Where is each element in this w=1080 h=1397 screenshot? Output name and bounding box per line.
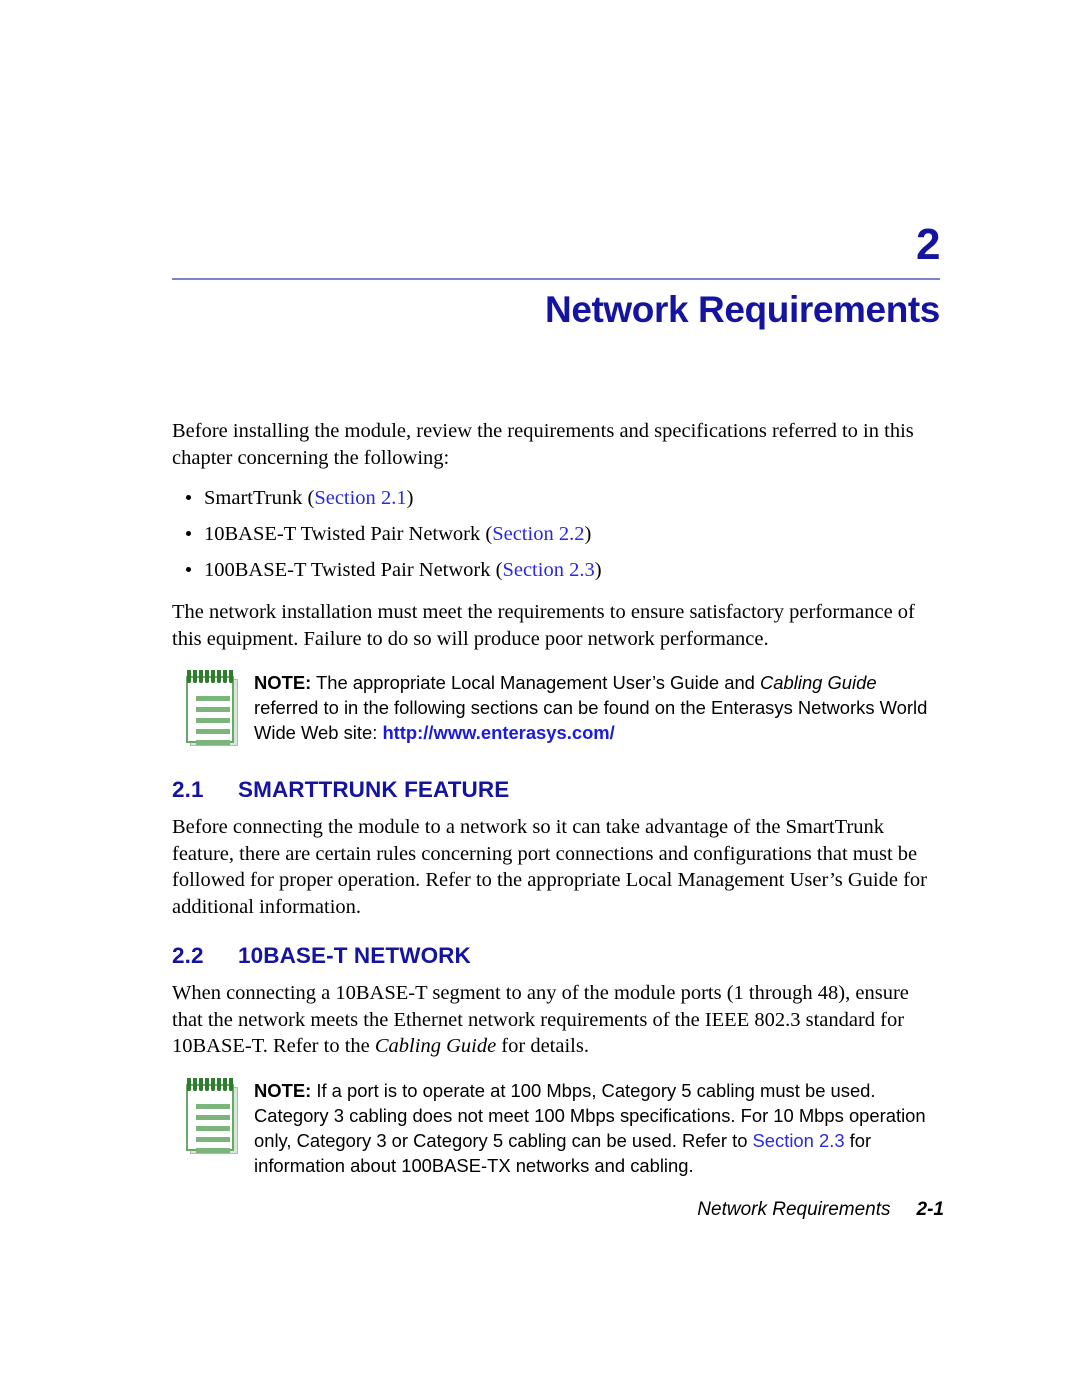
bullet-text-after: ) [594,559,602,581]
cross-reference-link[interactable]: Section 2.1 [314,487,406,509]
bullet-dot-icon [186,495,191,500]
xref-label: Section [314,487,376,509]
list-item: SmartTrunk (Section 2.1) [172,485,944,511]
document-body: Before installing the module, review the… [172,418,944,1196]
xref-label: Section [502,559,564,581]
document-page: 2 Network Requirements Before installing… [0,0,1080,1397]
notepad-icon [184,1077,242,1156]
requirements-paragraph: The network installation must meet the r… [172,601,915,650]
website-link[interactable]: http://www.enterasys.com/ [382,722,614,743]
page-title: Network Requirements [545,289,940,330]
notepad-lines [196,1103,230,1159]
note-text: NOTE: The appropriate Local Management U… [254,670,944,745]
section-2-2-text-part-2: for details. [496,1035,589,1057]
list-item: 100BASE-T Twisted Pair Network (Section … [172,557,944,583]
note-label: NOTE: [254,672,312,693]
book-title-italic: Cabling Guide [374,1035,497,1057]
cross-reference-link[interactable]: Section 2.3 [502,559,594,581]
section-title: 10BASE-T NETWORK [238,943,471,968]
footer-page-number: 2-1 [916,1199,944,1220]
notepad-spiral-icon [187,1077,233,1091]
bullet-text: 10BASE-T Twisted Pair Network ( [204,523,493,545]
list-item: 10BASE-T Twisted Pair Network (Section 2… [172,521,944,547]
cross-reference-link[interactable]: Section 2.3 [753,1130,845,1151]
notepad-spiral-icon [187,670,233,683]
notepad-icon [184,670,242,748]
section-2-1-body: Before connecting the module to a networ… [172,816,927,918]
note-text: NOTE: If a port is to operate at 100 Mbp… [254,1078,944,1178]
intro-paragraph: Before installing the module, review the… [172,420,914,469]
note-text-part-1: The appropriate Local Management User’s … [311,672,761,693]
book-title-italic: Cabling Guide [760,672,877,693]
bullet-dot-icon [186,531,191,536]
notepad-body [186,1083,234,1153]
xref-number: 2.3 [563,559,595,581]
bullet-text: 100BASE-T Twisted Pair Network ( [204,559,503,581]
xref-number: 2.1 [375,487,407,509]
section-number: 2.1 [172,777,204,802]
section-number: 2.2 [172,943,204,968]
bullet-dot-icon [186,567,191,572]
section-title: SMARTTRUNK FEATURE [238,777,510,802]
section-2-2-body: When connecting a 10BASE-T segment to an… [172,980,944,1060]
note-block-2: NOTE: If a port is to operate at 100 Mbp… [172,1077,944,1178]
page-footer: Network Requirements 2-1 [172,1198,944,1222]
section-heading-2-1: 2.1 SMARTTRUNK FEATURE [172,776,944,804]
note-label: NOTE: [254,1079,312,1101]
note-block-1: NOTE: The appropriate Local Management U… [172,670,944,754]
cross-reference-link[interactable]: Section 2.2 [492,523,584,545]
xref-label: Section [492,523,554,545]
header-divider [172,278,940,280]
bullet-text: SmartTrunk ( [204,487,315,509]
bullet-text-after: ) [406,487,414,509]
notepad-body [186,676,234,745]
chapter-number: 2 [916,220,940,269]
chapter-header: 2 Network Requirements [172,220,941,332]
section-heading-2-2: 2.2 10BASE-T NETWORK [172,942,944,970]
footer-title: Network Requirements [697,1199,891,1220]
requirements-bullet-list: SmartTrunk (Section 2.1) 10BASE-T Twiste… [172,485,944,583]
bullet-text-after: ) [584,523,592,545]
notepad-lines [196,696,230,751]
xref-number: 2.2 [553,523,585,545]
